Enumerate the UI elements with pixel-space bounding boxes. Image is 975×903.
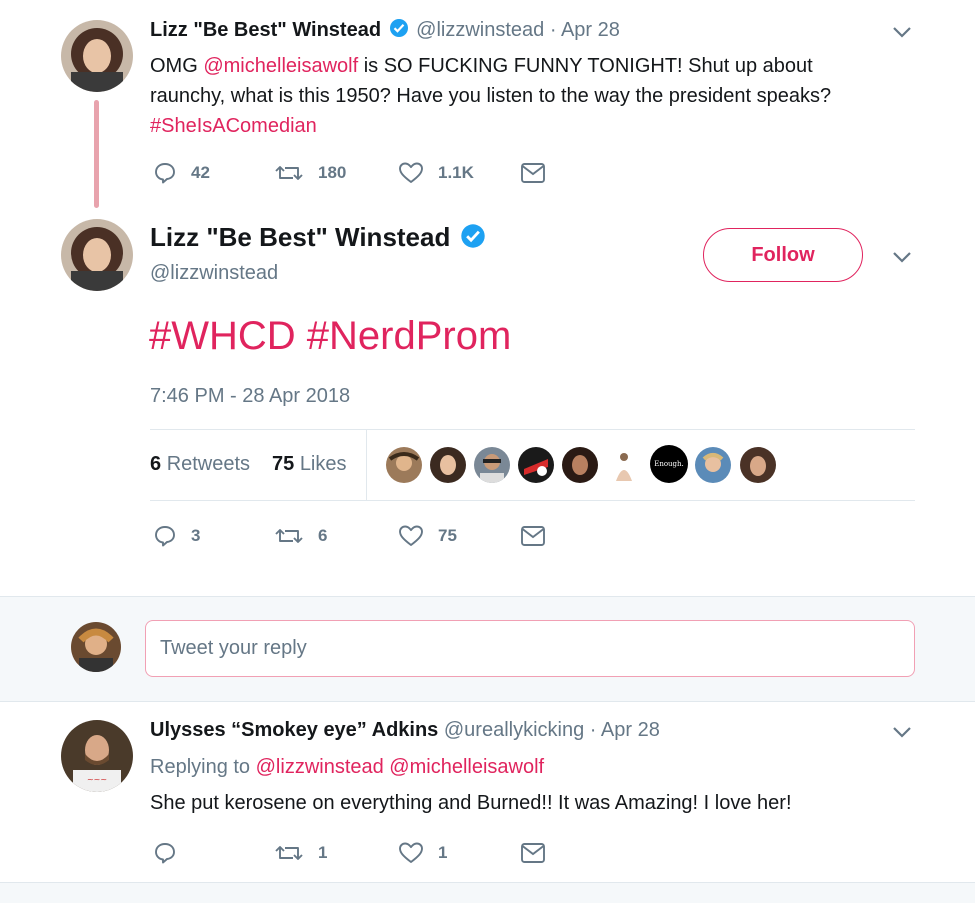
liker-avatar-enough[interactable]: Enough. [650, 445, 688, 483]
like-button[interactable]: 1.1K [398, 161, 474, 185]
reply-button[interactable]: 3 [153, 524, 200, 548]
message-icon[interactable] [520, 525, 546, 547]
replying-label: Replying to [150, 756, 251, 778]
tweet1-text: OMG @michelleisawolf is SO FUCKING FUNNY… [150, 51, 910, 141]
author-name[interactable]: Lizz "Be Best" Winstead [150, 19, 381, 41]
svg-text:~~~: ~~~ [87, 775, 107, 784]
author-name[interactable]: Ulysses “Smokey eye” Adkins [150, 719, 438, 741]
main-tweet-text[interactable]: #WHCD #NerdProm [149, 314, 511, 359]
avatar-lizzwinstead[interactable] [61, 20, 133, 92]
reply-count: 42 [191, 163, 210, 182]
follow-button[interactable]: Follow [703, 228, 863, 282]
retweet-stat[interactable]: 6 Retweets [150, 453, 250, 476]
verified-icon [389, 18, 409, 44]
liker-avatar[interactable] [695, 447, 731, 483]
chevron-down-icon[interactable] [891, 725, 913, 739]
retweet-stat-count: 6 [150, 453, 162, 475]
handle-date[interactable]: @lizzwinstead · Apr 28 [416, 19, 620, 41]
liker-avatar[interactable] [606, 447, 642, 483]
reply-input[interactable]: Tweet your reply [145, 620, 915, 677]
thread-line [94, 100, 99, 208]
message-icon[interactable] [520, 162, 546, 184]
like-stat-label: Likes [299, 453, 347, 475]
reply-icon [155, 526, 175, 547]
author-handle[interactable]: @lizzwinstead [150, 262, 278, 285]
mention-link[interactable]: @lizzwinstead @michelleisawolf [256, 756, 544, 778]
reply-text: She put kerosene on everything and Burne… [150, 792, 792, 814]
liker-avatar[interactable] [474, 447, 510, 483]
reply-button[interactable]: 42 [153, 161, 210, 185]
text-line: raunchy, what is this 1950? Have you lis… [150, 85, 832, 107]
liker-avatar[interactable] [562, 447, 598, 483]
stats-divider-bottom [150, 500, 915, 501]
like-count: 1.1K [438, 163, 474, 182]
reply-button[interactable] [153, 841, 191, 865]
liker-avatar[interactable] [740, 447, 776, 483]
avatar-ureallykicking[interactable]: ~~~ [61, 720, 133, 792]
liker-avatar[interactable] [430, 447, 466, 483]
retweet-button[interactable]: 1 [274, 841, 327, 865]
verified-icon [460, 223, 486, 256]
author-name[interactable]: Lizz "Be Best" Winstead [150, 222, 450, 252]
bottom-band [0, 883, 975, 903]
like-stat[interactable]: 75 Likes [272, 453, 347, 476]
retweet-button[interactable]: 6 [274, 524, 327, 548]
chevron-down-icon[interactable] [891, 250, 913, 264]
chevron-down-icon[interactable] [891, 25, 913, 39]
avatar-lizzwinstead[interactable] [61, 219, 133, 291]
enough-avatar-text: Enough. [654, 460, 684, 468]
text-segment: is SO FUCKING FUNNY TONIGHT! Shut up abo… [358, 55, 813, 77]
retweet-icon [275, 529, 303, 543]
handle-date[interactable]: @ureallykicking · Apr 28 [444, 719, 660, 741]
reply-count: 3 [191, 526, 201, 545]
liker-avatar[interactable] [386, 447, 422, 483]
heart-icon [399, 525, 423, 546]
tweet-timestamp[interactable]: 7:46 PM - 28 Apr 2018 [150, 385, 350, 408]
reply-icon [155, 843, 175, 864]
heart-icon [399, 162, 423, 183]
retweet-icon [275, 166, 303, 180]
like-button[interactable]: 75 [398, 524, 457, 548]
mention-link[interactable]: @michelleisawolf [203, 55, 358, 77]
tweet1-header: Lizz "Be Best" Winstead @lizzwinstead · … [150, 18, 620, 44]
retweet-count: 180 [318, 163, 347, 182]
stats-divider-top [150, 429, 915, 430]
liker-avatar[interactable] [518, 447, 554, 483]
stats-separator [366, 430, 367, 500]
like-button[interactable]: 1 [398, 841, 447, 865]
retweet-count: 1 [318, 843, 328, 862]
retweet-stat-label: Retweets [166, 453, 251, 475]
heart-icon [399, 842, 423, 863]
replying-to: Replying to @lizzwinstead @michelleisawo… [150, 756, 544, 779]
like-stat-count: 75 [272, 453, 295, 475]
current-user-avatar [71, 622, 121, 672]
text-segment: OMG [150, 55, 204, 77]
like-count: 1 [438, 843, 448, 862]
reply-header: Ulysses “Smokey eye” Adkins @ureallykick… [150, 719, 660, 742]
retweet-button[interactable]: 180 [274, 161, 346, 185]
retweet-icon [275, 846, 303, 860]
main-author: Lizz "Be Best" Winstead [150, 222, 486, 256]
retweet-count: 6 [318, 526, 328, 545]
reply-icon [155, 163, 175, 184]
like-count: 75 [438, 526, 457, 545]
hashtag-link[interactable]: #SheIsAComedian [150, 111, 910, 141]
message-icon[interactable] [520, 842, 546, 864]
